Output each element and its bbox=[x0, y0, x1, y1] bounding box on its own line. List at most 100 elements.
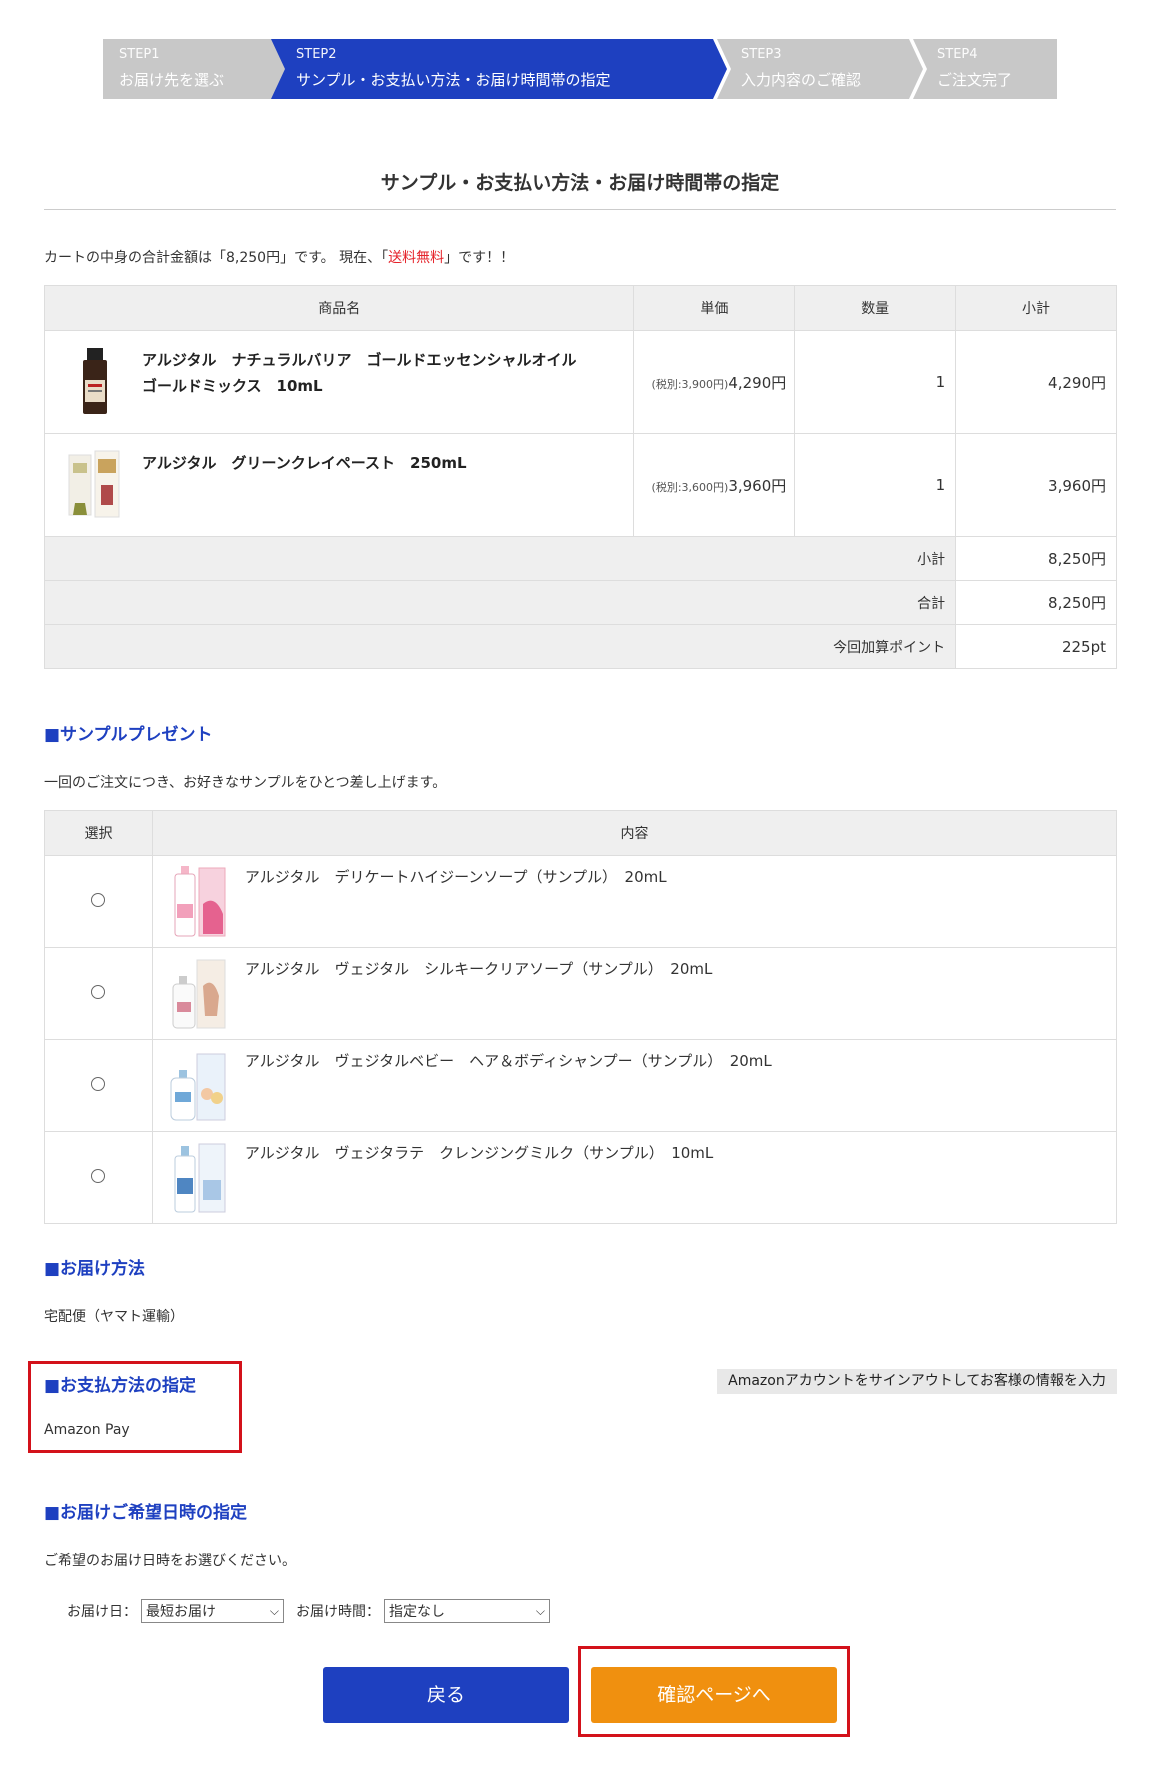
step-4: STEP4 ご注文完了 bbox=[913, 39, 1057, 99]
sample-select-cell bbox=[44, 947, 153, 1040]
sample-content-cell: アルジタル ヴェジタラテ クレンジングミルク（サンプル） 10mL bbox=[151, 1131, 1118, 1224]
product-name[interactable]: アルジタル グリーンクレイペースト 250mL bbox=[142, 450, 612, 476]
step-number: STEP2 bbox=[296, 47, 337, 62]
sample-row: アルジタル ヴェジタルベビー ヘア＆ボディシャンプー（サンプル） 20mL bbox=[44, 1039, 1118, 1132]
column-header-select: 選択 bbox=[44, 810, 153, 856]
delivery-datetime-row: お届け日： 最短お届け ⌵ お届け時間： 指定なし ⌵ bbox=[67, 1599, 550, 1623]
step-number: STEP1 bbox=[119, 47, 160, 62]
summary-value: 225pt bbox=[955, 624, 1117, 669]
sample-name: アルジタル デリケートハイジーンソープ（サンプル） 20mL bbox=[244, 868, 667, 886]
product-image-clay-paste bbox=[68, 450, 120, 518]
checkout-steps: STEP1 お届け先を選ぶ STEP2 サンプル・お支払い方法・お届け時間帯の指… bbox=[103, 39, 1057, 99]
unit-price: (税別:3,600円)3,960円 bbox=[633, 433, 796, 537]
sample-image-cleansing-milk bbox=[174, 1143, 226, 1213]
cart-item-row: アルジタル ナチュラルバリア ゴールドエッセンシャルオイル ゴールドミックス 1… bbox=[43, 330, 1117, 434]
title-divider bbox=[44, 209, 1116, 210]
step-label: ご注文完了 bbox=[937, 71, 1013, 89]
sample-row: アルジタル ヴェジタラテ クレンジングミルク（サンプル） 10mL bbox=[44, 1131, 1118, 1224]
delivery-time-value: 指定なし bbox=[389, 1604, 445, 1620]
step-label: お届け先を選ぶ bbox=[119, 71, 225, 89]
sample-row: アルジタル デリケートハイジーンソープ（サンプル） 20mL bbox=[44, 855, 1118, 948]
column-header-quantity: 数量 bbox=[794, 285, 957, 331]
product-cell: アルジタル グリーンクレイペースト 250mL bbox=[43, 433, 635, 537]
sample-select-cell bbox=[44, 855, 153, 948]
product-cell: アルジタル ナチュラルバリア ゴールドエッセンシャルオイル ゴールドミックス 1… bbox=[43, 330, 635, 434]
sample-select-cell bbox=[44, 1131, 153, 1224]
sample-name: アルジタル ヴェジタルベビー ヘア＆ボディシャンプー（サンプル） 20mL bbox=[244, 1052, 772, 1070]
column-header-unit-price: 単価 bbox=[633, 285, 796, 331]
unit-price: (税別:3,900円)4,290円 bbox=[633, 330, 796, 434]
item-subtotal: 3,960円 bbox=[955, 433, 1117, 537]
sample-image-silky-soap bbox=[172, 959, 226, 1029]
column-header-content: 内容 bbox=[151, 810, 1118, 856]
sample-name: アルジタル ヴェジタル シルキークリアソープ（サンプル） 20mL bbox=[244, 960, 713, 978]
step-label: サンプル・お支払い方法・お届け時間帯の指定 bbox=[296, 71, 611, 89]
price-value: 4,290円 bbox=[728, 373, 787, 392]
payment-method-value: Amazon Pay bbox=[44, 1422, 130, 1438]
chevron-down-icon: ⌵ bbox=[535, 1603, 545, 1618]
sample-radio[interactable] bbox=[91, 1168, 106, 1183]
page-title: サンプル・お支払い方法・お届け時間帯の指定 bbox=[380, 172, 780, 194]
step-3: STEP3 入力内容のご確認 bbox=[717, 39, 923, 99]
price-value: 3,960円 bbox=[728, 476, 787, 495]
back-button[interactable]: 戻る bbox=[323, 1667, 569, 1723]
sample-radio[interactable] bbox=[91, 984, 106, 999]
sample-content-cell: アルジタル ヴェジタルベビー ヘア＆ボディシャンプー（サンプル） 20mL bbox=[151, 1039, 1118, 1132]
sample-content-cell: アルジタル ヴェジタル シルキークリアソープ（サンプル） 20mL bbox=[151, 947, 1118, 1040]
chevron-down-icon: ⌵ bbox=[269, 1603, 279, 1618]
summary-row-points: 今回加算ポイント 225pt bbox=[43, 624, 1117, 669]
tax-excluded-price: (税別:3,900円) bbox=[651, 377, 729, 391]
cart-message: カートの中身の合計金額は「8,250円」です。 現在、「送料無料」です！！ bbox=[44, 247, 514, 267]
step-1: STEP1 お届け先を選ぶ bbox=[103, 39, 285, 99]
summary-row-subtotal: 小計 8,250円 bbox=[43, 536, 1117, 581]
delivery-method-value: 宅配便（ヤマト運輸） bbox=[44, 1309, 184, 1325]
step-number: STEP4 bbox=[937, 47, 978, 62]
delivery-time-label: お届け時間： bbox=[296, 1604, 380, 1620]
payment-heading: ■お支払方法の指定 bbox=[44, 1376, 197, 1396]
summary-label: 今回加算ポイント bbox=[43, 624, 957, 669]
quantity: 1 bbox=[794, 433, 957, 537]
summary-value: 8,250円 bbox=[955, 536, 1117, 581]
sample-content-cell: アルジタル デリケートハイジーンソープ（サンプル） 20mL bbox=[151, 855, 1118, 948]
quantity: 1 bbox=[794, 330, 957, 434]
delivery-time-select[interactable]: 指定なし ⌵ bbox=[384, 1599, 550, 1623]
summary-label: 合計 bbox=[43, 580, 957, 625]
product-name-line1: アルジタル グリーンクレイペースト 250mL bbox=[142, 454, 467, 472]
sample-name: アルジタル ヴェジタラテ クレンジングミルク（サンプル） 10mL bbox=[244, 1144, 714, 1162]
summary-label: 小計 bbox=[43, 536, 957, 581]
sample-radio[interactable] bbox=[91, 892, 106, 907]
step-2-active: STEP2 サンプル・お支払い方法・お届け時間帯の指定 bbox=[271, 39, 727, 99]
summary-value: 8,250円 bbox=[955, 580, 1117, 625]
delivery-date-value: 最短お届け bbox=[146, 1604, 216, 1620]
product-name[interactable]: アルジタル ナチュラルバリア ゴールドエッセンシャルオイル ゴールドミックス 1… bbox=[142, 347, 612, 399]
confirm-page-button[interactable]: 確認ページへ bbox=[591, 1667, 837, 1723]
sample-image-baby-shampoo bbox=[170, 1053, 226, 1121]
cart-message-suffix: 」です！！ bbox=[444, 250, 515, 266]
amazon-signout-button[interactable]: Amazonアカウントをサインアウトしてお客様の情報を入力 bbox=[717, 1369, 1117, 1394]
sample-table: 選択 内容 アルジタル デリケートハイジーンソープ（サンプル） 20mL アルジ… bbox=[44, 810, 1118, 1224]
product-image-oil-bottle bbox=[83, 348, 107, 414]
cart-table: 商品名 単価 数量 小計 アルジタル ナチュラルバリア ゴールドエッセンシャルオ… bbox=[43, 285, 1117, 669]
column-header-subtotal: 小計 bbox=[955, 285, 1117, 331]
sample-image-pink-soap bbox=[174, 866, 226, 937]
step-label: 入力内容のご確認 bbox=[741, 71, 862, 89]
product-name-line1: アルジタル ナチュラルバリア ゴールドエッセンシャルオイル bbox=[142, 351, 577, 369]
delivery-method-heading: ■お届け方法 bbox=[44, 1259, 146, 1279]
cart-item-row: アルジタル グリーンクレイペースト 250mL (税別:3,600円)3,960… bbox=[43, 433, 1117, 537]
free-shipping-highlight: 送料無料 bbox=[388, 250, 445, 266]
sample-radio[interactable] bbox=[91, 1076, 106, 1091]
delivery-time-description: ご希望のお届け日時をお選びください。 bbox=[44, 1553, 296, 1569]
delivery-date-label: お届け日： bbox=[67, 1604, 137, 1620]
sample-row: アルジタル ヴェジタル シルキークリアソープ（サンプル） 20mL bbox=[44, 947, 1118, 1040]
sample-select-cell bbox=[44, 1039, 153, 1132]
product-name-line2: ゴールドミックス 10mL bbox=[142, 377, 323, 395]
step-number: STEP3 bbox=[741, 47, 782, 62]
sample-section-description: 一回のご注文につき、お好きなサンプルをひとつ差し上げます。 bbox=[44, 775, 447, 791]
item-subtotal: 4,290円 bbox=[955, 330, 1117, 434]
summary-row-total: 合計 8,250円 bbox=[43, 580, 1117, 625]
column-header-product: 商品名 bbox=[43, 285, 635, 331]
delivery-date-select[interactable]: 最短お届け ⌵ bbox=[141, 1599, 284, 1623]
sample-section-heading: ■サンプルプレゼント bbox=[44, 725, 213, 745]
cart-message-prefix: カートの中身の合計金額は「8,250円」です。 現在、「 bbox=[44, 250, 389, 266]
delivery-time-heading: ■お届けご希望日時の指定 bbox=[44, 1503, 248, 1523]
